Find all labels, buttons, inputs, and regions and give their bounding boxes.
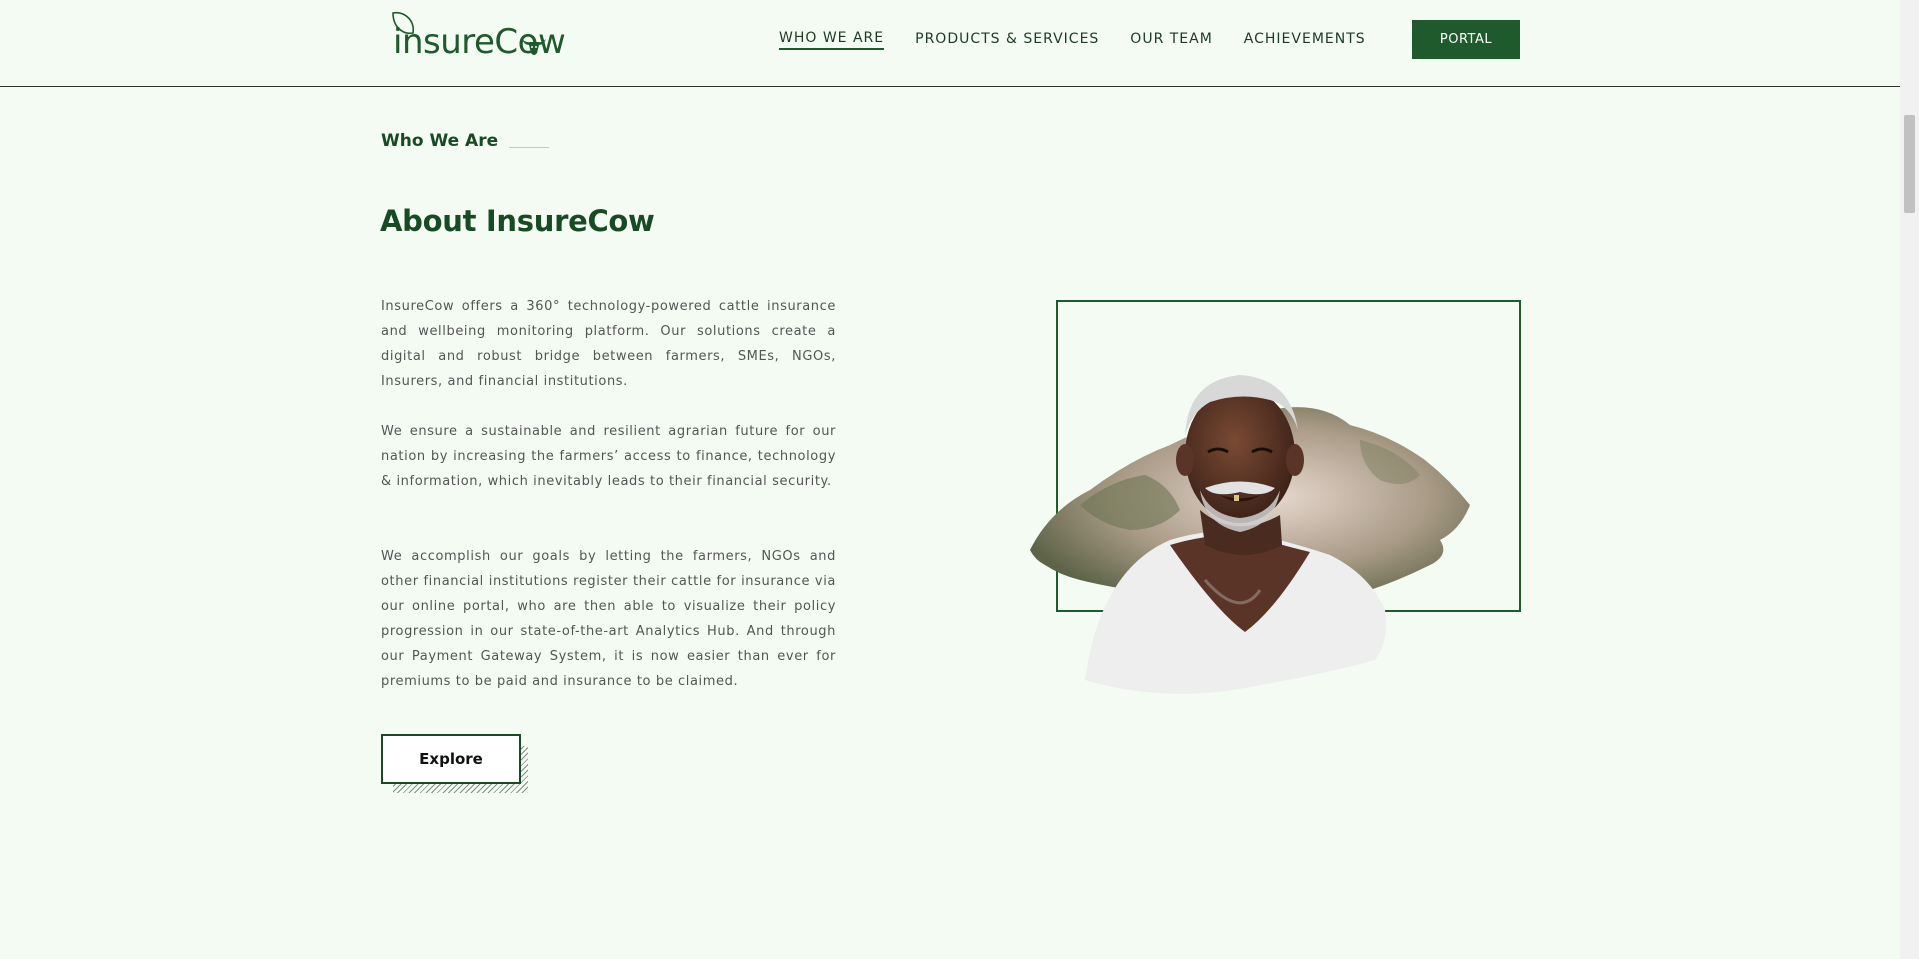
farmer-portrait-image (1030, 375, 1470, 694)
site-header: insureCow WHO WE ARE PRODUCTS & SERVICES… (0, 0, 1900, 87)
explore-button[interactable]: Explore (381, 734, 521, 784)
insurecow-logo[interactable]: insureCow (387, 8, 572, 64)
portal-button[interactable]: PORTAL (1412, 20, 1520, 59)
nav-products-services[interactable]: PRODUCTS & SERVICES (915, 31, 1099, 49)
vertical-scrollbar[interactable] (1900, 0, 1919, 959)
page-title: About InsureCow (380, 204, 655, 238)
about-paragraph-3: We accomplish our goals by letting the f… (381, 549, 836, 689)
eyebrow-text: Who We Are (381, 131, 499, 151)
nav-who-we-are[interactable]: WHO WE ARE (779, 30, 885, 50)
scrollbar-thumb[interactable] (1904, 115, 1915, 213)
about-paragraph-2: We ensure a sustainable and resilient ag… (381, 424, 836, 489)
about-paragraph-1: InsureCow offers a 360° technology-power… (381, 299, 836, 389)
cow-head-icon (522, 39, 546, 55)
nav-our-team[interactable]: OUR TEAM (1130, 31, 1213, 49)
eyebrow-divider (509, 146, 550, 148)
nav-achievements[interactable]: ACHIEVEMENTS (1244, 31, 1366, 49)
main-nav: WHO WE ARE PRODUCTS & SERVICES OUR TEAM … (779, 30, 1397, 50)
section-eyebrow: Who We Are (381, 131, 550, 151)
